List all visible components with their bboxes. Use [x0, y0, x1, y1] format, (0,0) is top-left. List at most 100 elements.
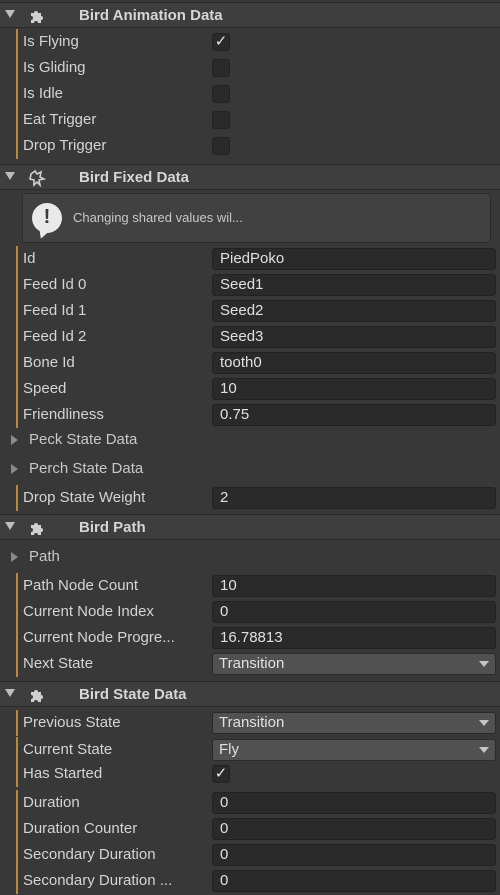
field-label: Next State: [23, 655, 94, 672]
info-bubble-icon: !: [32, 203, 62, 241]
field-row-previous-state: Previous State Transition: [0, 710, 500, 736]
foldout-peck-state-data[interactable]: Peck State Data: [0, 427, 500, 453]
id-input[interactable]: PiedPoko: [212, 248, 496, 270]
field-label: Is Gliding: [23, 59, 86, 76]
override-bar: [16, 651, 18, 677]
override-bar: [16, 246, 18, 272]
duration-counter-input[interactable]: 0: [212, 818, 496, 840]
field-row-current-node-index: Current Node Index 0: [0, 599, 500, 625]
current-node-index-input[interactable]: 0: [212, 601, 496, 623]
next-state-dropdown[interactable]: Transition: [212, 653, 496, 675]
field-label: Previous State: [23, 714, 121, 731]
field-label: Eat Trigger: [23, 111, 97, 128]
override-bar: [16, 324, 18, 350]
current-state-dropdown[interactable]: Fly: [212, 739, 496, 761]
override-bar: [16, 55, 18, 81]
feed-id-0-input[interactable]: Seed1: [212, 274, 496, 296]
override-bar: [16, 133, 18, 159]
puzzle-piece-icon: [31, 523, 43, 535]
foldout-triangle-icon[interactable]: [5, 172, 15, 180]
field-row-eat-trigger: Eat Trigger: [0, 107, 500, 133]
component-title: Bird State Data: [79, 686, 187, 703]
bird-script-icon: [29, 169, 46, 187]
previous-state-dropdown[interactable]: Transition: [212, 712, 496, 734]
field-row-speed: Speed 10: [0, 376, 500, 402]
is-gliding-checkbox[interactable]: [212, 59, 230, 77]
has-started-checkbox[interactable]: ✓: [212, 765, 230, 783]
override-bar: [16, 29, 18, 55]
field-row-is-gliding: Is Gliding: [0, 55, 500, 81]
drop-state-weight-input[interactable]: 2: [212, 487, 496, 509]
secondary-duration-counter-input[interactable]: 0: [212, 870, 496, 892]
is-flying-checkbox[interactable]: ✓: [212, 33, 230, 51]
checkmark-icon: ✓: [214, 33, 228, 50]
component-header-bird-fixed-data[interactable]: Bird Fixed Data: [0, 164, 500, 190]
foldout-triangle-icon[interactable]: [5, 689, 15, 697]
component-header-bird-path[interactable]: Bird Path: [0, 514, 500, 540]
override-bar: [16, 376, 18, 402]
feed-id-1-input[interactable]: Seed2: [212, 300, 496, 322]
field-row-feed-id-1: Feed Id 1 Seed2: [0, 298, 500, 324]
field-label: Current State: [23, 741, 113, 758]
override-bar: [16, 790, 18, 816]
dropdown-value: Fly: [219, 741, 239, 758]
field-row-secondary-duration-counter: Secondary Duration ... 0: [0, 868, 500, 894]
friendliness-input[interactable]: 0.75: [212, 404, 496, 426]
foldout-triangle-icon[interactable]: [5, 10, 15, 18]
speed-input[interactable]: 10: [212, 378, 496, 400]
override-bar: [16, 816, 18, 842]
override-bar: [16, 272, 18, 298]
checkmark-icon: ✓: [214, 765, 228, 782]
chevron-down-icon: [479, 661, 489, 667]
foldout-triangle-icon: [11, 552, 18, 562]
feed-id-2-input[interactable]: Seed3: [212, 326, 496, 348]
chevron-down-icon: [479, 747, 489, 753]
override-bar: [16, 599, 18, 625]
foldout-triangle-icon[interactable]: [5, 522, 15, 530]
dropdown-value: Transition: [219, 655, 285, 672]
path-node-count-input[interactable]: 10: [212, 575, 496, 597]
override-bar: [16, 625, 18, 651]
field-label: Path Node Count: [23, 577, 139, 594]
field-row-secondary-duration: Secondary Duration 0: [0, 842, 500, 868]
bone-id-input[interactable]: tooth0: [212, 352, 496, 374]
help-message: Changing shared values wil...: [73, 210, 243, 225]
foldout-triangle-icon: [11, 464, 18, 474]
override-bar: [16, 710, 18, 736]
field-row-bone-id: Bone Id tooth0: [0, 350, 500, 376]
current-node-progress-input[interactable]: 16.78813: [212, 627, 496, 649]
field-label: Is Flying: [23, 33, 79, 50]
foldout-path[interactable]: Path: [0, 544, 500, 570]
field-label: Duration Counter: [23, 820, 138, 837]
component-title: Bird Path: [79, 519, 146, 536]
override-bar: [16, 350, 18, 376]
duration-input[interactable]: 0: [212, 792, 496, 814]
field-row-has-started: Has Started ✓: [0, 761, 500, 787]
puzzle-piece-icon: [31, 690, 43, 702]
override-bar: [16, 402, 18, 428]
field-row-next-state: Next State Transition: [0, 651, 500, 677]
eat-trigger-checkbox[interactable]: [212, 111, 230, 129]
foldout-label: Peck State Data: [29, 431, 138, 448]
field-label: Speed: [23, 380, 67, 397]
field-row-id: Id PiedPoko: [0, 246, 500, 272]
override-bar: [16, 485, 18, 511]
field-row-is-idle: Is Idle: [0, 81, 500, 107]
field-row-drop-trigger: Drop Trigger: [0, 133, 500, 159]
field-row-is-flying: Is Flying ✓: [0, 29, 500, 55]
chevron-down-icon: [479, 720, 489, 726]
field-row-current-state: Current State Fly: [0, 737, 500, 763]
field-label: Has Started: [23, 765, 103, 782]
field-label: Duration: [23, 794, 80, 811]
component-header-bird-state-data[interactable]: Bird State Data: [0, 681, 500, 707]
drop-trigger-checkbox[interactable]: [212, 137, 230, 155]
field-label: Feed Id 1: [23, 302, 87, 319]
override-bar: [16, 298, 18, 324]
foldout-perch-state-data[interactable]: Perch State Data: [0, 456, 500, 482]
is-idle-checkbox[interactable]: [212, 85, 230, 103]
field-label: Feed Id 2: [23, 328, 87, 345]
component-header-bird-animation-data[interactable]: Bird Animation Data: [0, 2, 500, 28]
field-row-feed-id-2: Feed Id 2 Seed3: [0, 324, 500, 350]
secondary-duration-input[interactable]: 0: [212, 844, 496, 866]
override-bar: [16, 842, 18, 868]
